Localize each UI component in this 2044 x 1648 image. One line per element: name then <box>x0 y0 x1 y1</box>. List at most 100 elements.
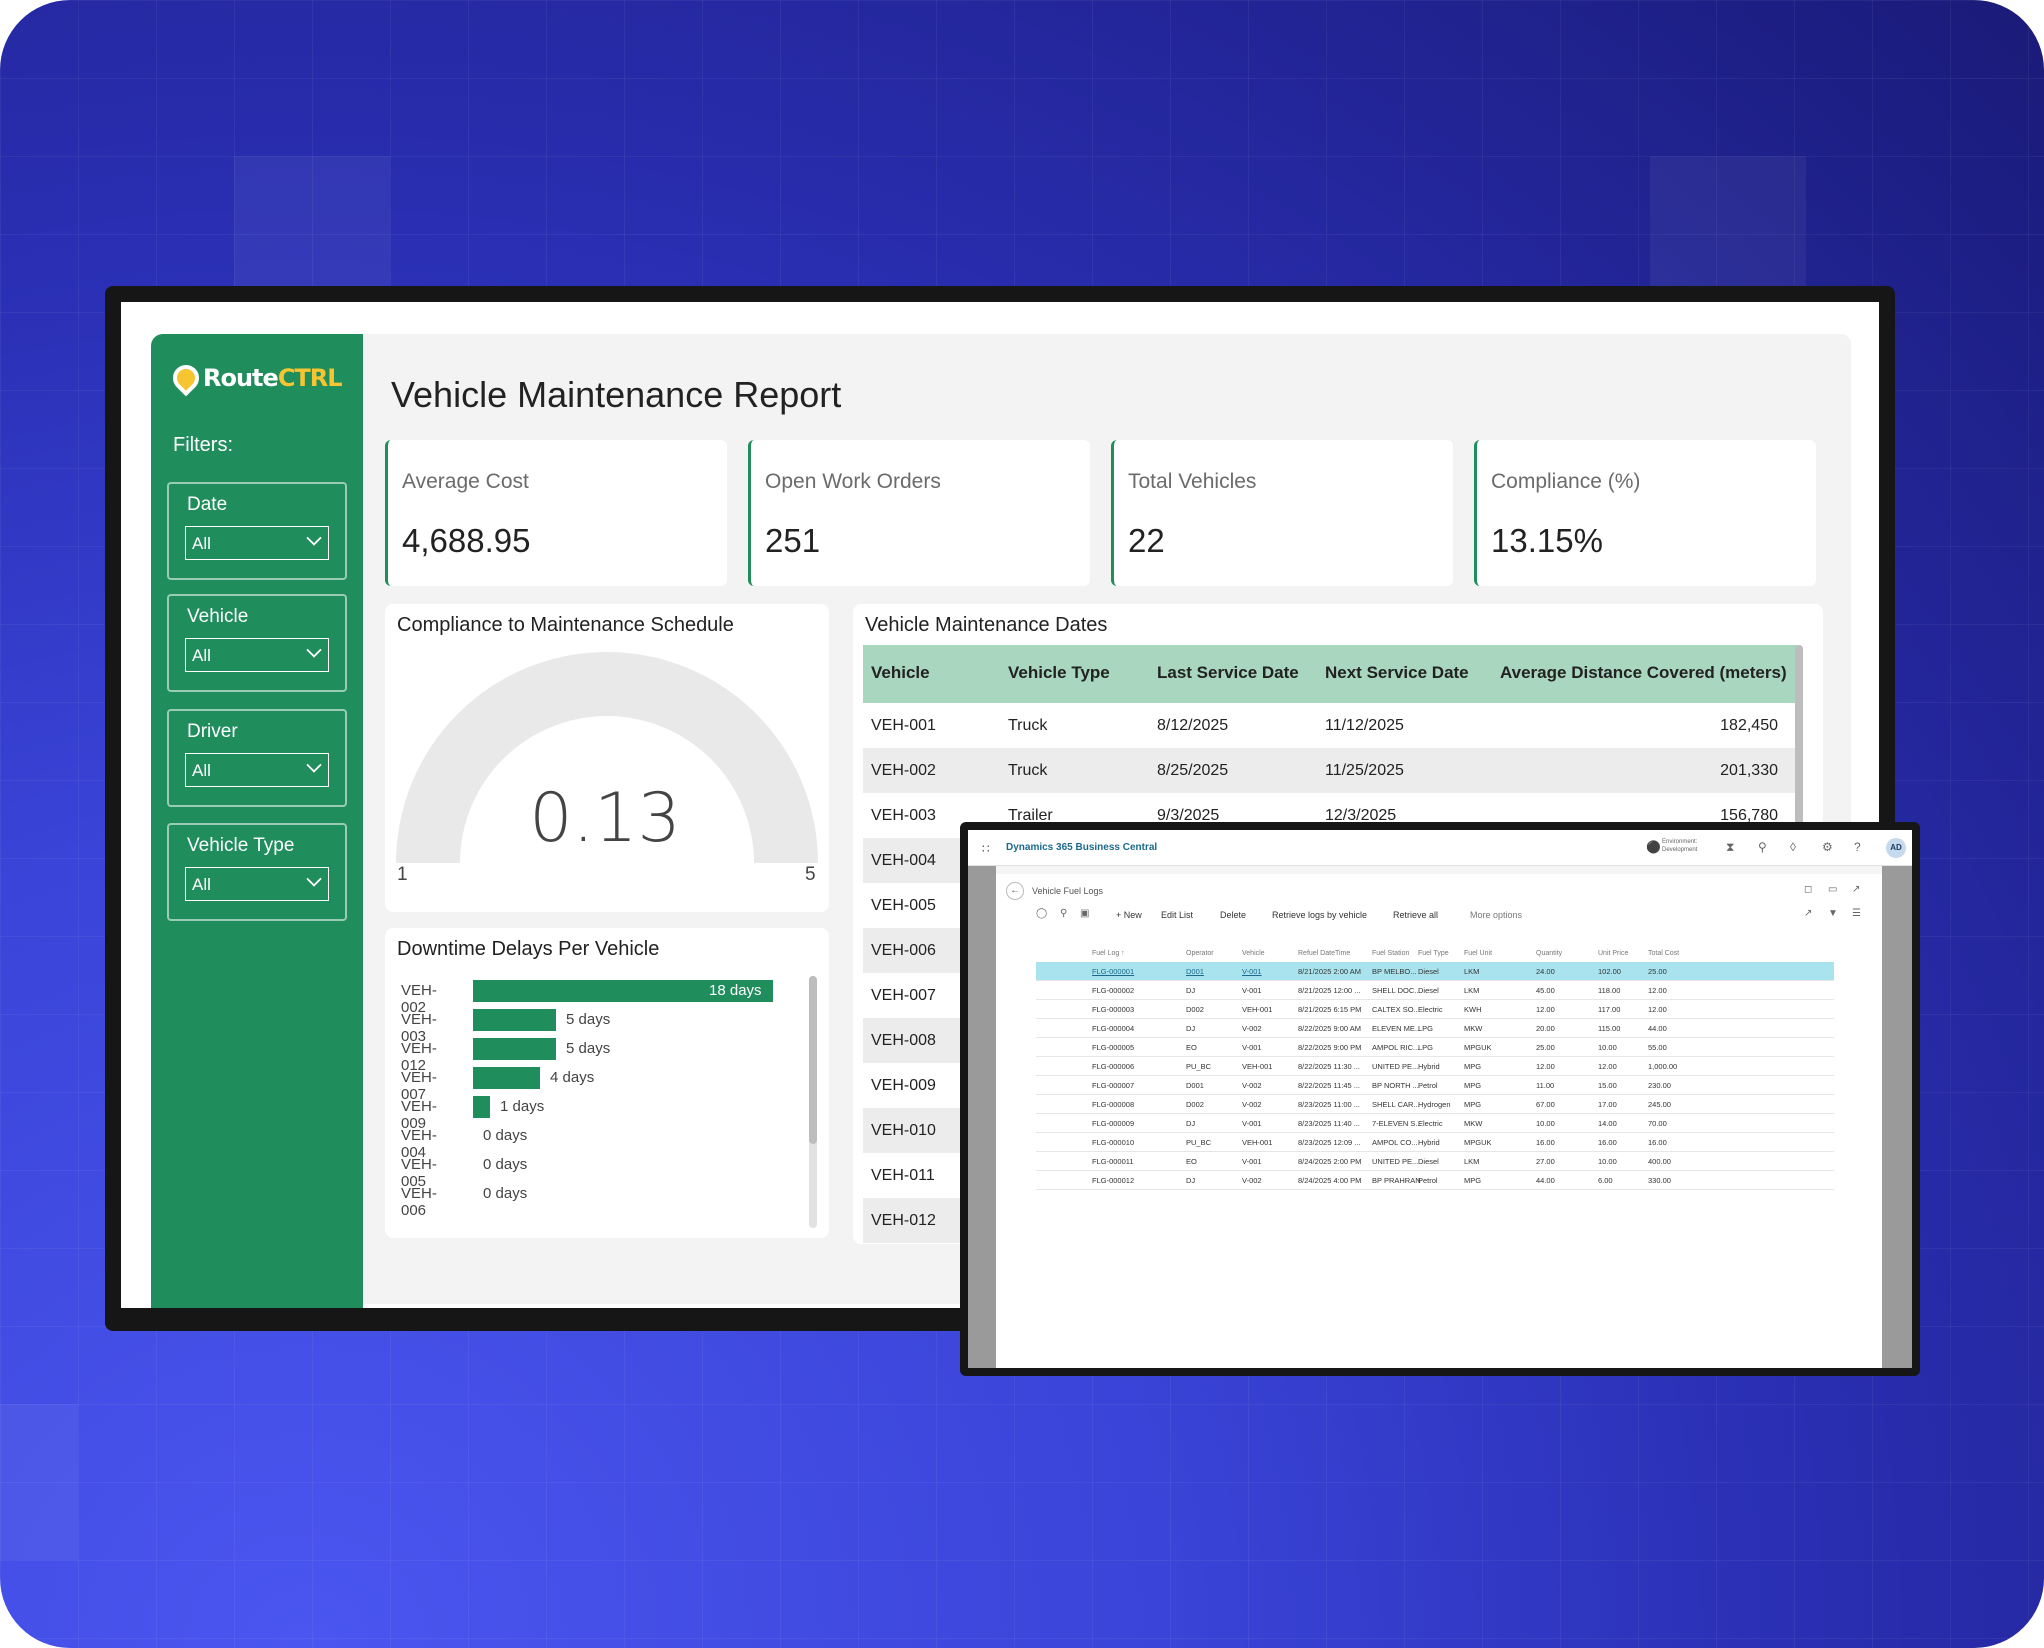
bc-table-cell: 70.00 <box>1648 1119 1667 1128</box>
table-scrollbar-thumb[interactable] <box>1795 645 1803 825</box>
back-arrow-icon[interactable]: ← <box>1006 882 1024 900</box>
bc-table-row[interactable]: FLG-000009 DJ V-001 8/23/2025 11:40 ... 7-EL… <box>1036 1114 1834 1133</box>
bc-table-cell[interactable]: FLG-000008 <box>1092 1100 1134 1109</box>
bc-table-cell: VEH-001 <box>1242 1138 1273 1147</box>
bc-table-cell[interactable]: FLG-000006 <box>1092 1062 1134 1071</box>
bc-table-row[interactable]: FLG-000006 PU_BC VEH-001 8/22/2025 11:30 ..… <box>1036 1057 1834 1076</box>
column-header[interactable]: Next Service Date <box>1325 663 1469 683</box>
bc-table-cell[interactable]: FLG-000007 <box>1092 1081 1134 1090</box>
bc-table-cell: 8/22/2025 9:00 PM <box>1298 1043 1362 1052</box>
bc-column-header[interactable]: Fuel Type <box>1418 950 1449 957</box>
bc-table-row[interactable]: FLG-000010 PU_BC VEH-001 8/23/2025 12:09 ..… <box>1036 1133 1834 1152</box>
bc-table-cell: 118.00 <box>1598 986 1621 995</box>
table-row[interactable]: VEH-001 Truck 8/12/2025 11/12/2025 182,450 <box>863 703 1798 748</box>
table-row[interactable]: VEH-002 Truck 8/25/2025 11/25/2025 201,330 <box>863 748 1798 793</box>
bc-table-cell: 25.00 <box>1648 967 1667 976</box>
bc-table-cell: 12.00 <box>1648 1005 1667 1014</box>
kpi-label: Compliance (%) <box>1491 470 1641 493</box>
bc-table-row[interactable]: FLG-000001 D001 V-001 8/21/2025 2:00 AM BP M… <box>1036 962 1834 981</box>
vehicle-filter-dropdown[interactable]: All <box>185 638 329 672</box>
bar[interactable] <box>473 1009 556 1031</box>
bc-table-cell: V-002 <box>1242 1176 1262 1185</box>
driver-filter-dropdown[interactable]: All <box>185 753 329 787</box>
bc-column-header[interactable]: Fuel Unit <box>1464 950 1492 957</box>
bc-table-cell: BP MELBO... <box>1372 967 1417 976</box>
bc-column-header[interactable]: Fuel Log ↑ <box>1092 950 1125 957</box>
bell-icon[interactable]: ◊ <box>1790 840 1796 854</box>
copilot-icon[interactable]: ⧗ <box>1726 840 1734 855</box>
bookmark-icon[interactable]: ◻ <box>1804 884 1812 895</box>
new-button[interactable]: + New <box>1116 910 1142 920</box>
bc-table-row[interactable]: FLG-000008 D002 V-002 8/23/2025 11:00 ... SH… <box>1036 1095 1834 1114</box>
bc-app-name[interactable]: Dynamics 365 Business Central <box>1006 842 1157 853</box>
bc-table-cell[interactable]: FLG-000002 <box>1092 986 1134 995</box>
bc-table-cell: LKM <box>1464 986 1480 995</box>
retrieve-all-button[interactable]: Retrieve all <box>1393 910 1438 920</box>
bc-table-row[interactable]: FLG-000003 D002 VEH-001 8/21/2025 6:15 PM CA… <box>1036 1000 1834 1019</box>
bc-table-row[interactable]: FLG-000012 DJ V-002 8/24/2025 4:00 PM BP PRA… <box>1036 1171 1834 1190</box>
bc-table-row[interactable]: FLG-000004 DJ V-002 8/22/2025 9:00 AM ELEVEN… <box>1036 1019 1834 1038</box>
vehicle-type-filter-dropdown[interactable]: All <box>185 867 329 901</box>
bc-table-cell: AMPOL RIC... <box>1372 1043 1420 1052</box>
share-icon[interactable]: ▣ <box>1080 908 1089 919</box>
search-list-icon[interactable]: ⚲ <box>1060 908 1067 919</box>
chart-scrollbar[interactable] <box>809 976 817 1228</box>
bc-column-header[interactable]: Fuel Station <box>1372 950 1409 957</box>
bc-column-header[interactable]: Unit Price <box>1598 950 1628 957</box>
bc-table-cell[interactable]: FLG-000001 <box>1092 967 1134 976</box>
bc-table-cell: 8/22/2025 11:45 ... <box>1298 1081 1360 1090</box>
location-pin-icon <box>167 359 205 397</box>
date-filter-dropdown[interactable]: All <box>185 526 329 560</box>
bar[interactable] <box>473 1038 556 1060</box>
list-layout-icon[interactable]: ☰ <box>1852 908 1861 919</box>
help-icon[interactable]: ? <box>1854 840 1861 854</box>
bar[interactable] <box>473 1067 540 1089</box>
bc-table-cell: V-001 <box>1242 1157 1262 1166</box>
bc-table-cell: Diesel <box>1418 1157 1439 1166</box>
bc-table-row[interactable]: FLG-000007 D001 V-002 8/22/2025 11:45 ... BP… <box>1036 1076 1834 1095</box>
bc-table-cell[interactable]: FLG-000011 <box>1092 1157 1134 1166</box>
app-launcher-icon[interactable]: ∷ <box>982 842 990 856</box>
column-header[interactable]: Average Distance Covered (meters) <box>1500 663 1787 683</box>
open-new-window-icon[interactable]: ▭ <box>1828 884 1837 895</box>
bar[interactable] <box>473 1096 490 1118</box>
bc-table-cell: 11.00 <box>1536 1081 1555 1090</box>
bc-column-header[interactable]: Vehicle <box>1242 950 1265 957</box>
column-header[interactable]: Last Service Date <box>1157 663 1299 683</box>
bc-table-cell[interactable]: FLG-000005 <box>1092 1043 1134 1052</box>
bc-table-cell: 6.00 <box>1598 1176 1613 1185</box>
filter-icon[interactable]: ▼ <box>1828 908 1838 919</box>
bc-column-header[interactable]: Operator <box>1186 950 1214 957</box>
expand-icon[interactable]: ↗ <box>1852 884 1860 895</box>
bc-column-header[interactable]: Total Cost <box>1648 950 1679 957</box>
bc-table-cell: 24.00 <box>1536 967 1555 976</box>
gear-icon[interactable]: ⚙ <box>1822 840 1833 854</box>
bc-table-row[interactable]: FLG-000002 DJ V-001 8/21/2025 12:00 ... SHEL… <box>1036 981 1834 1000</box>
search-icon[interactable]: ⚲ <box>1758 840 1767 854</box>
bc-table-cell: 17.00 <box>1598 1100 1617 1109</box>
bc-table-cell[interactable]: FLG-000003 <box>1092 1005 1134 1014</box>
bc-table-cell: Petrol <box>1418 1081 1438 1090</box>
column-header[interactable]: Vehicle <box>871 663 930 683</box>
bc-table-cell[interactable]: FLG-000004 <box>1092 1024 1134 1033</box>
bc-table-cell[interactable]: FLG-000010 <box>1092 1138 1134 1147</box>
avatar[interactable]: AD <box>1886 838 1906 858</box>
edit-list-button[interactable]: Edit List <box>1161 910 1193 920</box>
bc-table-row[interactable]: FLG-000005 EO V-001 8/22/2025 9:00 PM AMPOL … <box>1036 1038 1834 1057</box>
bc-table-row[interactable]: FLG-000011 EO V-001 8/24/2025 2:00 PM UNITED… <box>1036 1152 1834 1171</box>
kpi-value: 22 <box>1128 522 1165 559</box>
bc-table-cell[interactable]: FLG-000009 <box>1092 1119 1134 1128</box>
chart-scrollbar-thumb[interactable] <box>809 976 817 1144</box>
bc-table-cell: 20.00 <box>1536 1024 1555 1033</box>
retrieve-logs-by-vehicle-button[interactable]: Retrieve logs by vehicle <box>1272 910 1367 920</box>
share-list-icon[interactable]: ↗ <box>1804 908 1812 919</box>
bc-table-cell: SHELL CAR... <box>1372 1100 1420 1109</box>
view-icon[interactable]: ◯ <box>1036 908 1047 919</box>
bc-column-header[interactable]: Quantity <box>1536 950 1562 957</box>
bc-table-cell[interactable]: FLG-000012 <box>1092 1176 1134 1185</box>
column-header[interactable]: Vehicle Type <box>1008 663 1110 683</box>
more-options-button[interactable]: More options <box>1470 910 1522 920</box>
delete-button[interactable]: Delete <box>1220 910 1246 920</box>
bc-column-header[interactable]: Refuel DateTime <box>1298 950 1350 957</box>
bar-category-label: VEH-006 <box>401 1185 437 1219</box>
